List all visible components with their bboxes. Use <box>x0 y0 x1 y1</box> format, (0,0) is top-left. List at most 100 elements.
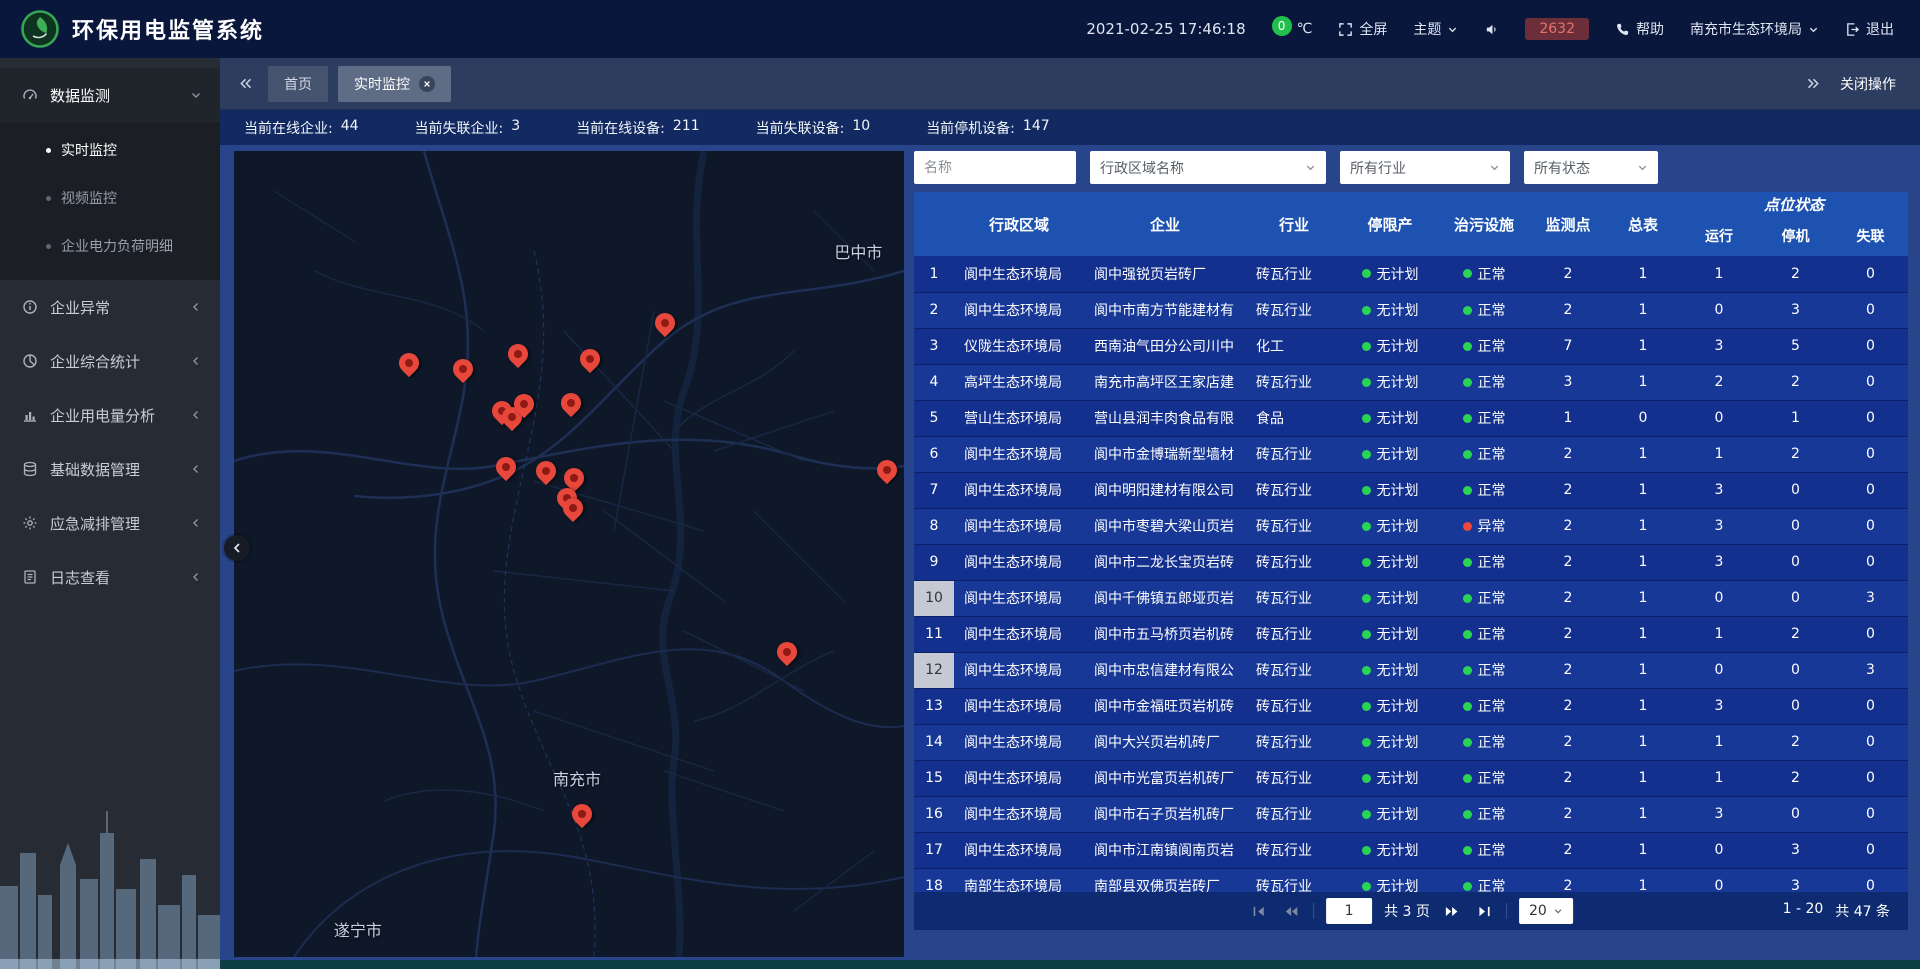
table-row[interactable]: 15阆中生态环境局阆中市光富页岩机砖厂砖瓦行业无计划正常21120 <box>914 760 1908 796</box>
cell-total-meters: 1 <box>1606 580 1680 616</box>
cell-stopped: 3 <box>1758 832 1833 868</box>
cell-running: 0 <box>1680 580 1758 616</box>
sidebar-group-log-view[interactable]: 日志查看 <box>0 550 220 604</box>
table-row[interactable]: 18南部生态环境局南部县双佛页岩砖厂砖瓦行业无计划正常21030 <box>914 868 1908 892</box>
sidebar-group-power-usage-analysis[interactable]: 企业用电量分析 <box>0 388 220 442</box>
first-page-button[interactable] <box>1249 903 1269 919</box>
status-dot-icon <box>1463 630 1472 639</box>
table-row[interactable]: 5营山生态环境局营山县润丰肉食品有限食品无计划正常10010 <box>914 400 1908 436</box>
table-row[interactable]: 14阆中生态环境局阆中大兴页岩机砖厂砖瓦行业无计划正常21120 <box>914 724 1908 760</box>
alarm-speaker-button[interactable] <box>1484 22 1499 37</box>
select-value: 所有状态 <box>1534 158 1590 178</box>
table-row[interactable]: 12阆中生态环境局阆中市忠信建材有限公砖瓦行业无计划正常21003 <box>914 652 1908 688</box>
table-row[interactable]: 8阆中生态环境局阆中市枣碧大梁山页岩砖瓦行业无计划异常21300 <box>914 508 1908 544</box>
map-pin[interactable] <box>536 461 556 487</box>
sidebar-item-video-monitoring[interactable]: 视频监控 <box>0 174 220 222</box>
page-number-input[interactable] <box>1326 898 1372 924</box>
status-dot-icon <box>1463 269 1472 278</box>
help-button[interactable]: 帮助 <box>1615 19 1664 39</box>
table-row[interactable]: 17阆中生态环境局阆中市江南镇阆南页岩砖瓦行业无计划正常21030 <box>914 832 1908 868</box>
bullet-icon <box>46 196 51 201</box>
tabs-scroll-right-button[interactable] <box>1800 71 1826 97</box>
panel-collapse-button[interactable] <box>224 535 250 561</box>
page-size-select[interactable]: 20 <box>1519 898 1573 924</box>
status-dot-icon <box>1362 558 1371 567</box>
location-pin-icon <box>773 638 801 666</box>
industry-filter-select[interactable]: 所有行业 <box>1340 151 1510 184</box>
sidebar-group-base-data-management[interactable]: 基础数据管理 <box>0 442 220 496</box>
map-panel[interactable]: 巴中市南充市遂宁市 <box>234 151 904 957</box>
sidebar-group-data-monitoring[interactable]: 数据监测 <box>0 68 220 122</box>
table-row[interactable]: 16阆中生态环境局阆中市石子页岩机砖厂砖瓦行业无计划正常21300 <box>914 796 1908 832</box>
table-row[interactable]: 13阆中生态环境局阆中市金福旺页岩机砖砖瓦行业无计划正常21300 <box>914 688 1908 724</box>
cell-region: 阆中生态环境局 <box>954 580 1084 616</box>
cell-limit-status: 无计划 <box>1342 292 1438 328</box>
table-row[interactable]: 10阆中生态环境局阆中千佛镇五郎垭页岩砖瓦行业无计划正常21003 <box>914 580 1908 616</box>
status-filter-select[interactable]: 所有状态 <box>1524 151 1658 184</box>
sidebar-item-power-load-detail[interactable]: 企业电力负荷明细 <box>0 222 220 270</box>
map-pin[interactable] <box>877 460 897 486</box>
cell-company: 阆中市光富页岩机砖厂 <box>1084 760 1246 796</box>
chevron-down-icon <box>1489 162 1500 173</box>
map-pin[interactable] <box>496 457 516 483</box>
map-pin[interactable] <box>580 349 600 375</box>
table-body-viewport[interactable]: 1阆中生态环境局阆中强锐页岩砖厂砖瓦行业无计划正常211202阆中生态环境局阆中… <box>914 256 1908 892</box>
cell-treatment-status: 正常 <box>1438 328 1530 364</box>
close-operations-button[interactable]: 关闭操作 <box>1840 74 1896 94</box>
logout-button[interactable]: 退出 <box>1845 19 1894 39</box>
cell-company: 营山县润丰肉食品有限 <box>1084 400 1246 436</box>
table-row[interactable]: 11阆中生态环境局阆中市五马桥页岩机砖砖瓦行业无计划正常21120 <box>914 616 1908 652</box>
tabs-scroll-left-button[interactable] <box>232 71 258 97</box>
sidebar-item-realtime-monitoring[interactable]: 实时监控 <box>0 126 220 174</box>
cell-offline: 0 <box>1833 400 1908 436</box>
cell-total-meters: 1 <box>1606 688 1680 724</box>
prev-page-button[interactable] <box>1281 903 1301 919</box>
name-filter-input[interactable] <box>914 151 1076 184</box>
cell-stopped: 0 <box>1758 472 1833 508</box>
table-row[interactable]: 2阆中生态环境局阆中市南方节能建材有砖瓦行业无计划正常21030 <box>914 292 1908 328</box>
table-row[interactable]: 6阆中生态环境局阆中市金博瑞新型墙材砖瓦行业无计划正常21120 <box>914 436 1908 472</box>
map-pin[interactable] <box>399 353 419 379</box>
sidebar-group-emergency-reduction[interactable]: 应急减排管理 <box>0 496 220 550</box>
last-page-button[interactable] <box>1474 903 1494 919</box>
status-dot-icon <box>1463 702 1472 711</box>
tab-realtime-monitoring[interactable]: 实时监控 <box>338 66 451 102</box>
tab-close-button[interactable] <box>419 76 435 92</box>
map-pin[interactable] <box>572 804 592 830</box>
chevron-left-icon <box>190 301 202 313</box>
fullscreen-button[interactable]: 全屏 <box>1338 19 1387 39</box>
cell-company: 阆中市石子页岩机砖厂 <box>1084 796 1246 832</box>
tab-home[interactable]: 首页 <box>268 66 328 102</box>
cell-total-meters: 1 <box>1606 436 1680 472</box>
map-pin[interactable] <box>655 313 675 339</box>
org-dropdown[interactable]: 南充市生态环境局 <box>1690 19 1819 39</box>
cell-region: 阆中生态环境局 <box>954 616 1084 652</box>
map-pin[interactable] <box>514 394 534 420</box>
select-value: 所有行业 <box>1350 158 1406 178</box>
stat-value: 3 <box>511 118 520 138</box>
table-row[interactable]: 7阆中生态环境局阆中明阳建材有限公司砖瓦行业无计划正常21300 <box>914 472 1908 508</box>
theme-dropdown[interactable]: 主题 <box>1413 19 1458 39</box>
status-dot-icon <box>1362 702 1371 711</box>
map-pin[interactable] <box>508 344 528 370</box>
cell-stopped: 1 <box>1758 400 1833 436</box>
cell-industry: 砖瓦行业 <box>1246 796 1342 832</box>
table-row[interactable]: 1阆中生态环境局阆中强锐页岩砖厂砖瓦行业无计划正常21120 <box>914 256 1908 292</box>
map-pin[interactable] <box>561 393 581 419</box>
sidebar-group-company-statistics[interactable]: 企业综合统计 <box>0 334 220 388</box>
region-filter-select[interactable]: 行政区域名称 <box>1090 151 1326 184</box>
alarm-count-badge[interactable]: 2632 <box>1525 18 1589 40</box>
next-page-button[interactable] <box>1442 903 1462 919</box>
table-row[interactable]: 4高坪生态环境局南充市高坪区王家店建砖瓦行业无计划正常31220 <box>914 364 1908 400</box>
map-pin[interactable] <box>453 359 473 385</box>
close-icon <box>423 80 431 88</box>
col-header-seq <box>914 192 954 256</box>
sidebar-group-company-abnormal[interactable]: 企业异常 <box>0 280 220 334</box>
status-dot-icon <box>1463 522 1472 531</box>
table-row[interactable]: 9阆中生态环境局阆中市二龙长宝页岩砖砖瓦行业无计划正常21300 <box>914 544 1908 580</box>
map-pin[interactable] <box>563 498 583 524</box>
cell-running: 1 <box>1680 724 1758 760</box>
chevron-down-icon <box>1305 162 1316 173</box>
map-pin[interactable] <box>777 642 797 668</box>
table-row[interactable]: 3仪陇生态环境局西南油气田分公司川中化工无计划正常71350 <box>914 328 1908 364</box>
